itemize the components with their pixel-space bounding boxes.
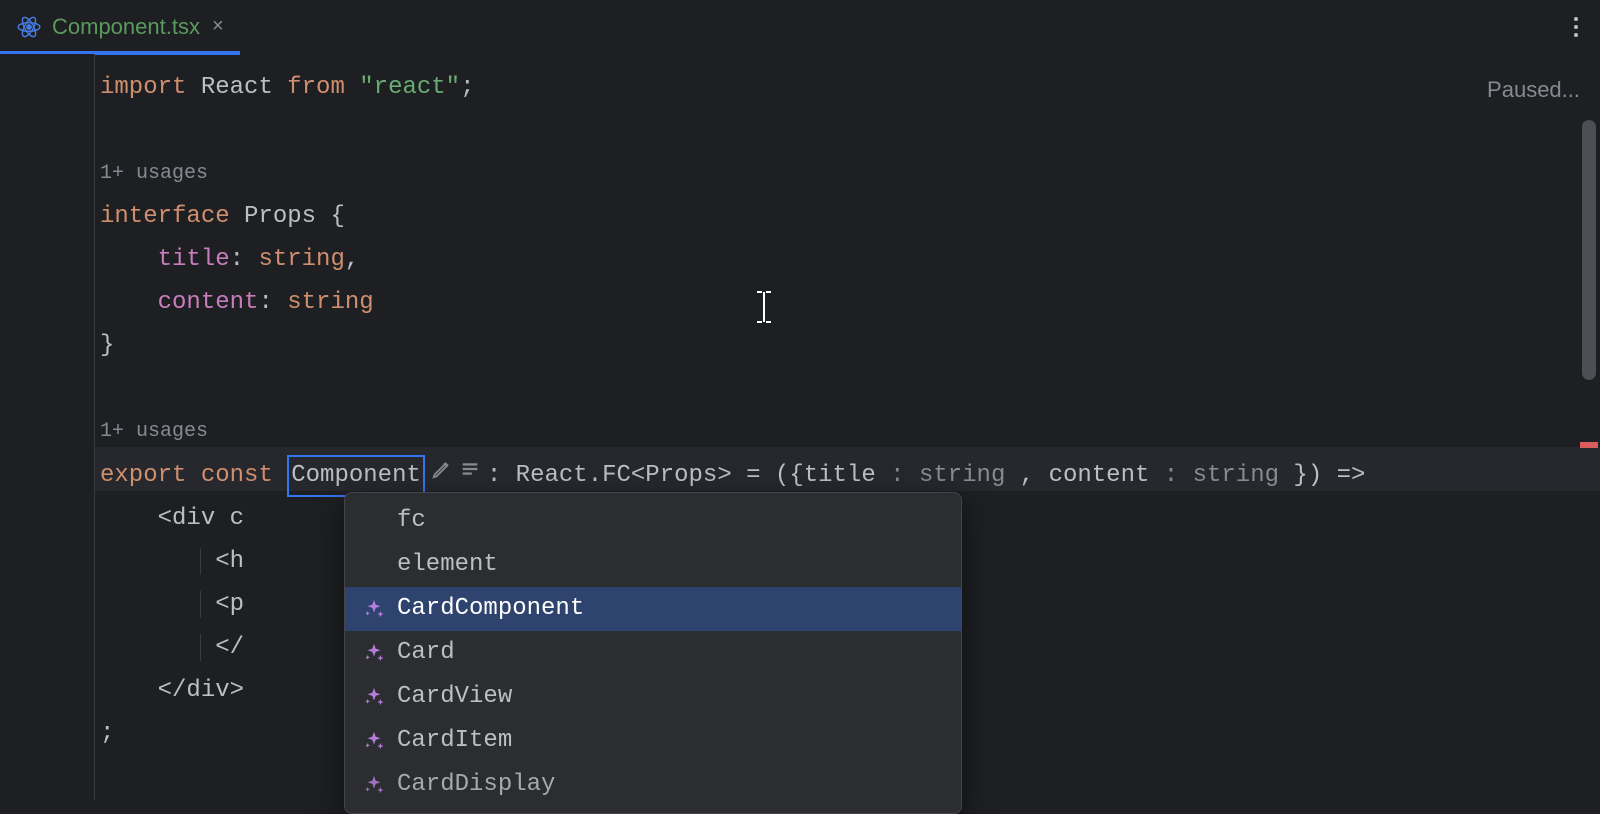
blank-line[interactable] xyxy=(95,367,1600,410)
completion-label: CardView xyxy=(397,681,512,713)
completion-item[interactable]: CardItem xyxy=(345,719,961,763)
completion-label: element xyxy=(397,549,498,581)
completion-item[interactable]: element xyxy=(345,543,961,587)
scrollbar-thumb[interactable] xyxy=(1582,120,1596,380)
code-editor[interactable]: Paused... import React from "react"; 1+ … xyxy=(0,54,1600,800)
completion-label: Card xyxy=(397,637,455,669)
close-icon[interactable]: × xyxy=(212,15,224,38)
completion-item[interactable]: CardView xyxy=(345,675,961,719)
completion-label: CardComponent xyxy=(397,593,584,625)
completion-item[interactable]: fc xyxy=(345,499,961,543)
usages-hint[interactable]: 1+ usages xyxy=(95,410,1600,453)
sparkle-icon xyxy=(363,686,385,708)
kebab-menu-icon[interactable] xyxy=(1574,17,1578,37)
code-line[interactable]: interface Props { xyxy=(95,195,1600,238)
scrollbar[interactable] xyxy=(1578,120,1598,800)
code-line[interactable]: title: string, xyxy=(95,238,1600,281)
rename-selection[interactable]: Component xyxy=(287,455,425,497)
sparkle-icon xyxy=(363,774,385,796)
code-area[interactable]: Paused... import React from "react"; 1+ … xyxy=(95,54,1600,800)
code-line[interactable]: import React from "react"; xyxy=(95,66,1600,109)
completion-popup[interactable]: fc element CardComponent Card xyxy=(344,492,962,814)
completion-label: fc xyxy=(397,505,426,537)
sparkle-icon xyxy=(363,642,385,664)
usages-hint[interactable]: 1+ usages xyxy=(95,152,1600,195)
gutter xyxy=(0,54,95,800)
completion-label: CardItem xyxy=(397,725,512,757)
code-line[interactable]: } xyxy=(95,324,1600,367)
pencil-icon[interactable] xyxy=(431,453,453,496)
tab-filename: Component.tsx xyxy=(52,14,200,40)
completion-item[interactable]: CardDisplay xyxy=(345,763,961,807)
code-line[interactable]: export const Component: React.FC<Props> … xyxy=(95,453,1600,497)
file-tab[interactable]: Component.tsx × xyxy=(0,0,240,54)
completion-item-selected[interactable]: CardComponent xyxy=(345,587,961,631)
completion-item[interactable]: Card xyxy=(345,631,961,675)
completion-label: CardDisplay xyxy=(397,769,555,801)
sparkle-icon xyxy=(363,598,385,620)
status-badge: Paused... xyxy=(1487,68,1580,111)
react-icon xyxy=(16,14,42,40)
error-marker[interactable] xyxy=(1580,442,1598,448)
tab-bar: Component.tsx × xyxy=(0,0,1600,54)
code-line[interactable]: content: string xyxy=(95,281,1600,324)
sparkle-icon xyxy=(363,730,385,752)
blank-line[interactable] xyxy=(95,109,1600,152)
inline-hints[interactable] xyxy=(431,453,481,496)
comment-icon[interactable] xyxy=(459,453,481,496)
